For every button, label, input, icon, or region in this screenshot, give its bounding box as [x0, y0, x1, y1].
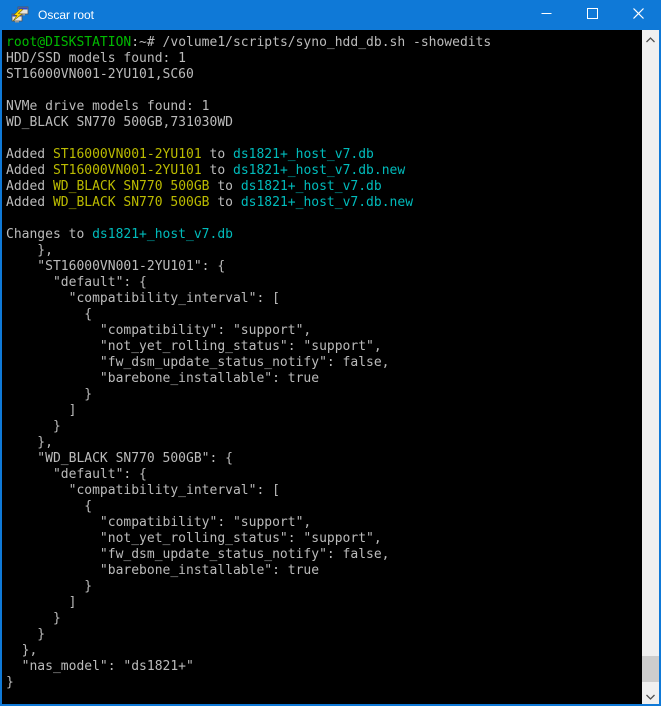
terminal-line: "barebone_installable": true	[6, 563, 642, 579]
terminal-line: NVMe drive models found: 1	[6, 99, 642, 115]
terminal-line: },	[6, 643, 642, 659]
terminal-line: "default": {	[6, 275, 642, 291]
maximize-icon	[587, 6, 598, 24]
terminal-line: "compatibility": "support",	[6, 323, 642, 339]
terminal-line: }	[6, 579, 642, 595]
terminal-line: ]	[6, 595, 642, 611]
terminal-line: Added ST16000VN001-2YU101 to ds1821+_hos…	[6, 147, 642, 163]
terminal-line: "fw_dsm_update_status_notify": false,	[6, 547, 642, 563]
terminal-line: "compatibility": "support",	[6, 515, 642, 531]
terminal-line: {	[6, 499, 642, 515]
putty-app-icon	[10, 5, 30, 25]
terminal-line: },	[6, 435, 642, 451]
terminal-line: ]	[6, 403, 642, 419]
terminal-line: }	[6, 627, 642, 643]
terminal-line: WD_BLACK SN770 500GB,731030WD	[6, 115, 642, 131]
terminal-line: "ST16000VN001-2YU101": {	[6, 259, 642, 275]
terminal-line: }	[6, 387, 642, 403]
terminal-line: Added WD_BLACK SN770 500GB to ds1821+_ho…	[6, 195, 642, 211]
terminal-line: Changes to ds1821+_host_v7.db	[6, 227, 642, 243]
terminal-line: }	[6, 675, 642, 691]
minimize-button[interactable]	[523, 0, 569, 30]
scroll-up-button[interactable]	[642, 30, 659, 47]
terminal-line	[6, 211, 642, 227]
terminal-line: "not_yet_rolling_status": "support",	[6, 531, 642, 547]
window-title: Oscar root	[38, 8, 523, 22]
chevron-down-icon	[646, 687, 655, 705]
putty-window: Oscar root root@DISKSTATION:~# /volume1/…	[0, 0, 661, 706]
maximize-button[interactable]	[569, 0, 615, 30]
terminal-line: "barebone_installable": true	[6, 371, 642, 387]
terminal-line: },	[6, 243, 642, 259]
scrollbar[interactable]	[642, 30, 659, 704]
scroll-down-button[interactable]	[642, 687, 659, 704]
titlebar[interactable]: Oscar root	[0, 0, 661, 30]
close-icon	[633, 6, 644, 24]
terminal-line: Added ST16000VN001-2YU101 to ds1821+_hos…	[6, 163, 642, 179]
terminal-body: root@DISKSTATION:~# /volume1/scripts/syn…	[2, 30, 659, 704]
terminal-output[interactable]: root@DISKSTATION:~# /volume1/scripts/syn…	[2, 30, 642, 704]
terminal-line: "compatibility_interval": [	[6, 291, 642, 307]
terminal-line: HDD/SSD models found: 1	[6, 51, 642, 67]
terminal-line: "fw_dsm_update_status_notify": false,	[6, 355, 642, 371]
terminal-line: "not_yet_rolling_status": "support",	[6, 339, 642, 355]
caption-buttons	[523, 0, 661, 30]
terminal-line: "nas_model": "ds1821+"	[6, 659, 642, 675]
terminal-line: "WD_BLACK SN770 500GB": {	[6, 451, 642, 467]
terminal-line: "default": {	[6, 467, 642, 483]
terminal-line: Added WD_BLACK SN770 500GB to ds1821+_ho…	[6, 179, 642, 195]
terminal-line: root@DISKSTATION:~# /volume1/scripts/syn…	[6, 35, 642, 51]
terminal-line	[6, 131, 642, 147]
terminal-line: "compatibility_interval": [	[6, 483, 642, 499]
terminal-line: {	[6, 307, 642, 323]
terminal-line: }	[6, 611, 642, 627]
scrollbar-thumb[interactable]	[642, 656, 659, 682]
chevron-up-icon	[646, 30, 655, 48]
terminal-line	[6, 83, 642, 99]
minimize-icon	[541, 6, 552, 24]
terminal-line: }	[6, 419, 642, 435]
terminal-line: ST16000VN001-2YU101,SC60	[6, 67, 642, 83]
close-button[interactable]	[615, 0, 661, 30]
